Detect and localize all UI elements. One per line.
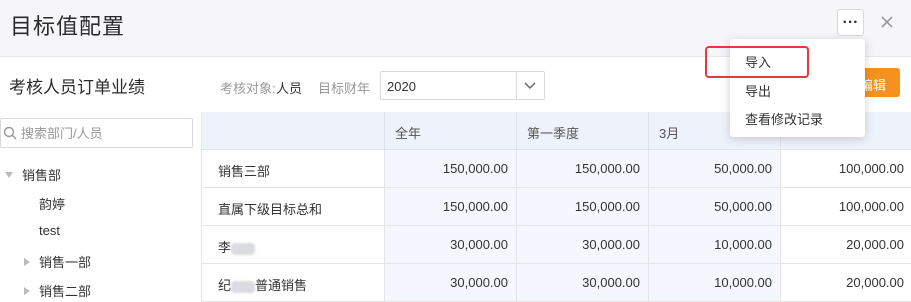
redacted-text <box>231 242 256 255</box>
column-header-name <box>202 112 384 150</box>
caret-right-icon[interactable] <box>24 286 30 295</box>
row-name: 销售三部 <box>218 164 271 179</box>
highlight-box <box>705 46 809 78</box>
cell-year[interactable]: 30,000.00 <box>384 264 516 301</box>
cell-march[interactable]: 50,000.00 <box>648 150 780 187</box>
cell-march[interactable]: 10,000.00 <box>648 264 780 301</box>
cell-q1[interactable]: 30,000.00 <box>516 226 648 263</box>
search-input[interactable] <box>21 124 186 142</box>
year-label: 目标财年 <box>318 81 371 96</box>
tree-item-label: test <box>39 223 60 238</box>
search-icon <box>3 126 17 140</box>
cell-year[interactable]: 30,000.00 <box>384 226 516 263</box>
tree-item-sales-2[interactable]: 销售二部 <box>24 281 91 300</box>
cell-march[interactable]: 10,000.00 <box>648 226 780 263</box>
column-header-q1: 第一季度 <box>516 112 648 150</box>
cell-extra[interactable]: 100,000.00 <box>780 150 911 187</box>
cell-year[interactable]: 150,000.00 <box>384 188 516 225</box>
year-select[interactable]: 2020 <box>380 71 545 100</box>
row-name: 纪 普通销售 <box>202 264 384 301</box>
redacted-text <box>231 280 256 293</box>
menu-item-export[interactable]: 导出 <box>745 81 771 100</box>
cell-extra[interactable]: 20,000.00 <box>780 226 911 263</box>
chevron-down-icon <box>524 82 536 90</box>
target-table: 全年 第一季度 3月 销售三部 150,000.00 150,000.00 50… <box>201 112 911 302</box>
row-name: 直属下级目标总和 <box>218 202 323 217</box>
close-icon[interactable] <box>878 13 896 31</box>
table-row[interactable]: 李 30,000.00 30,000.00 10,000.00 20,000.0… <box>202 226 911 264</box>
cell-year[interactable]: 150,000.00 <box>384 150 516 187</box>
tree-item-test[interactable]: test <box>39 223 60 238</box>
table-row[interactable]: 销售三部 150,000.00 150,000.00 50,000.00 100… <box>202 150 911 188</box>
table-row[interactable]: 直属下级目标总和 150,000.00 150,000.00 50,000.00… <box>202 188 911 226</box>
tree-item-label: 销售部 <box>22 168 62 183</box>
menu-item-history[interactable]: 查看修改记录 <box>745 109 823 128</box>
caret-down-icon[interactable] <box>5 171 13 178</box>
caret-right-icon[interactable] <box>24 257 30 266</box>
tree-item-label: 销售一部 <box>39 255 92 270</box>
page-title: 目标值配置 <box>10 14 126 39</box>
cell-extra[interactable]: 100,000.00 <box>780 188 911 225</box>
cell-extra[interactable]: 20,000.00 <box>780 264 911 301</box>
name-prefix: 纪 <box>218 278 232 293</box>
target-label: 考核对象: <box>220 81 276 96</box>
cell-q1[interactable]: 150,000.00 <box>516 150 648 187</box>
row-name: 李 <box>202 226 384 263</box>
section-title: 考核人员订单业绩 <box>9 78 145 97</box>
tree-item-sales-1[interactable]: 销售一部 <box>24 252 91 271</box>
tree-item-person[interactable]: 韵婷 <box>39 194 65 213</box>
column-header-year: 全年 <box>384 112 516 150</box>
search-box[interactable] <box>0 118 193 148</box>
more-options-button[interactable]: ··· <box>837 9 864 36</box>
table-row[interactable]: 纪 普通销售 30,000.00 30,000.00 10,000.00 20,0… <box>202 264 911 302</box>
target-value: 人员 <box>276 81 303 96</box>
cell-q1[interactable]: 30,000.00 <box>516 264 648 301</box>
name-prefix: 李 <box>218 240 232 255</box>
name-suffix: 普通销售 <box>255 278 308 293</box>
cell-march[interactable]: 50,000.00 <box>648 188 780 225</box>
tree-item-sales-dept[interactable]: 销售部 <box>5 165 61 184</box>
tree-item-label: 韵婷 <box>39 197 66 212</box>
tree-item-label: 销售二部 <box>39 284 92 299</box>
select-divider <box>516 72 517 99</box>
cell-q1[interactable]: 150,000.00 <box>516 188 648 225</box>
year-select-value: 2020 <box>387 79 416 94</box>
